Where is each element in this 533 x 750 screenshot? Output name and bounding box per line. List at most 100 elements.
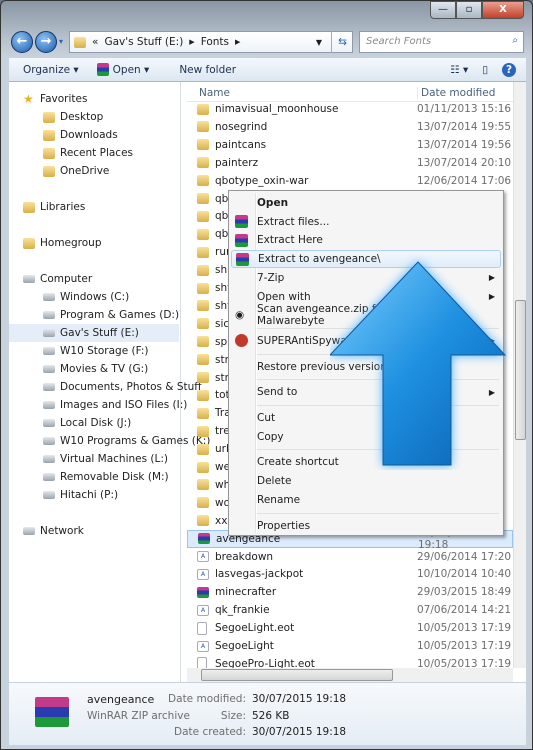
new-folder-button[interactable]: New folder bbox=[179, 64, 236, 76]
nav-item[interactable]: ★ Favorites bbox=[23, 90, 87, 108]
details-pane: avengeance WinRAR ZIP archive Date modif… bbox=[9, 682, 526, 745]
file-name: qb bbox=[215, 192, 229, 205]
date-modified-value: 30/07/2015 19:18 bbox=[252, 693, 347, 705]
maximize-button[interactable]: ▫ bbox=[456, 1, 482, 19]
size-value: 526 KB bbox=[252, 710, 290, 722]
file-row[interactable]: minecrafter 29/03/2015 18:49 bbox=[187, 583, 513, 601]
nav-item[interactable]: Hitachi (P:) bbox=[43, 486, 118, 504]
nav-item[interactable]: Virtual Machines (L:) bbox=[43, 450, 168, 468]
nav-item[interactable]: W10 Storage (F:) bbox=[43, 342, 148, 360]
address-bar[interactable]: « Gav's Stuff (E:) ▶ Fonts ▶ ▼ bbox=[69, 31, 353, 53]
file-name: qk_frankie bbox=[215, 604, 270, 617]
nav-item[interactable]: Windows (C:) bbox=[43, 288, 129, 306]
scrollbar-thumb[interactable] bbox=[201, 669, 393, 681]
file-name: breakdown bbox=[215, 550, 274, 563]
menu-item[interactable]: Properties bbox=[231, 517, 501, 535]
file-date: 10/05/2013 17:19 bbox=[417, 622, 512, 635]
organize-button[interactable]: Organize ▾ bbox=[23, 64, 79, 76]
nav-item[interactable]: Documents, Photos & Stuff bbox=[43, 378, 202, 396]
nav-item[interactable]: Program & Games (D:) bbox=[43, 306, 179, 324]
file-row[interactable]: A SegoeLight 10/05/2013 17:19 bbox=[187, 637, 513, 655]
column-date[interactable]: Date modified bbox=[417, 87, 495, 99]
help-icon[interactable]: ? bbox=[502, 62, 516, 77]
nav-item[interactable]: OneDrive bbox=[43, 162, 109, 180]
column-name[interactable]: Name bbox=[199, 87, 230, 99]
back-button[interactable]: ← bbox=[11, 31, 33, 53]
file-name: SegoeLight.eot bbox=[215, 622, 295, 635]
nav-item[interactable]: Homegroup bbox=[23, 234, 102, 252]
nav-item[interactable]: Libraries bbox=[23, 198, 85, 216]
nav-item[interactable]: Recent Places bbox=[43, 144, 133, 162]
menu-item[interactable]: Delete bbox=[231, 472, 501, 490]
refresh-button[interactable]: ⇆ bbox=[331, 31, 353, 53]
search-input[interactable]: Search Fonts ⌕ bbox=[359, 31, 524, 53]
menu-item[interactable]: Open bbox=[231, 194, 501, 212]
nav-item[interactable]: Local Disk (J:) bbox=[43, 414, 131, 432]
nav-item[interactable]: Network bbox=[23, 522, 84, 540]
file-row[interactable]: paintcans 13/07/2014 19:56 bbox=[187, 136, 513, 154]
folder-icon bbox=[197, 246, 209, 258]
file-row[interactable]: SegoeLight.eot 10/05/2013 17:19 bbox=[187, 619, 513, 637]
folder-icon bbox=[23, 237, 35, 249]
caption-buttons: — ▫ X bbox=[430, 1, 524, 19]
horizontal-scrollbar[interactable] bbox=[187, 668, 513, 682]
file-name: qbotype_oxin-war bbox=[215, 174, 309, 187]
nav-item[interactable]: W10 Programs & Games (K:) bbox=[43, 432, 210, 450]
open-button[interactable]: Open ▾ bbox=[113, 64, 150, 76]
file-date: 10/05/2013 17:19 bbox=[417, 657, 512, 668]
file-row[interactable]: nosegrind 13/07/2014 19:55 bbox=[187, 118, 513, 136]
file-row[interactable]: Abreakdown 29/06/2014 17:20 bbox=[187, 548, 513, 566]
nav-item[interactable]: Computer bbox=[23, 270, 92, 288]
nav-item[interactable]: Images and ISO Files (I:) bbox=[43, 396, 187, 414]
close-button[interactable]: X bbox=[482, 1, 524, 19]
minimize-button[interactable]: — bbox=[430, 1, 456, 19]
file-date: 07/06/2014 14:21 bbox=[417, 604, 512, 617]
file-row[interactable]: painterz 13/07/2014 20:10 bbox=[187, 154, 513, 172]
file-name: minecrafter bbox=[215, 586, 277, 599]
forward-button[interactable]: → bbox=[35, 31, 57, 53]
file-row[interactable]: Alasvegas-jackpot 10/10/2014 10:40 bbox=[187, 565, 513, 583]
breadcrumb-fonts[interactable]: Fonts bbox=[201, 36, 229, 48]
vertical-scrollbar[interactable] bbox=[513, 82, 526, 668]
details-file-type: WinRAR ZIP archive bbox=[87, 710, 190, 722]
chevron-right-icon[interactable]: ▶ bbox=[189, 38, 194, 46]
search-placeholder: Search Fonts bbox=[366, 36, 432, 47]
command-bar: Organize ▾ Open ▾ New folder ☷ ▾ ▯ ? bbox=[9, 58, 526, 82]
preview-pane-icon[interactable]: ▯ bbox=[482, 64, 488, 76]
nav-item[interactable]: Removable Disk (M:) bbox=[43, 468, 169, 486]
breadcrumb-drive[interactable]: Gav's Stuff (E:) bbox=[104, 36, 183, 48]
nav-item-label: Windows (C:) bbox=[60, 291, 130, 303]
address-dropdown-icon[interactable]: ▼ bbox=[316, 38, 322, 47]
nav-item[interactable]: Desktop bbox=[43, 108, 103, 126]
chevron-right-icon[interactable]: ▶ bbox=[235, 38, 240, 46]
folder-icon bbox=[197, 175, 209, 187]
folder-icon bbox=[197, 461, 209, 473]
menu-item[interactable]: Extract Here bbox=[231, 231, 501, 249]
folder-icon bbox=[197, 210, 209, 222]
folder-icon bbox=[197, 282, 209, 294]
recent-pages-dropdown[interactable]: ▾ bbox=[59, 31, 63, 53]
superantispyware-icon bbox=[235, 334, 248, 348]
breadcrumb-overflow[interactable]: « bbox=[92, 36, 98, 48]
file-row[interactable]: SegoePro-Light.eot 10/05/2013 17:19 bbox=[187, 655, 513, 668]
file-date: 13/07/2014 19:56 bbox=[417, 138, 512, 151]
nav-item[interactable]: Movies & TV (G:) bbox=[43, 360, 148, 378]
nav-item[interactable]: Gav's Stuff (E:) bbox=[9, 324, 179, 342]
menu-item[interactable]: Rename bbox=[231, 491, 501, 509]
file-row[interactable]: qbotype_oxin-war 12/06/2014 17:06 bbox=[187, 172, 513, 190]
file-row[interactable]: Aqk_frankie 07/06/2014 14:21 bbox=[187, 601, 513, 619]
scrollbar-thumb[interactable] bbox=[515, 300, 526, 440]
change-view-icon[interactable]: ☷ ▾ bbox=[450, 64, 468, 76]
menu-item[interactable]: Extract files... bbox=[231, 213, 501, 231]
folder-icon bbox=[197, 372, 209, 383]
file-name: qb bbox=[215, 228, 229, 241]
menu-item-label: Properties bbox=[257, 519, 311, 532]
file-name: nosegrind bbox=[215, 120, 268, 133]
folder-icon bbox=[74, 36, 86, 48]
drive-icon bbox=[43, 293, 55, 301]
nav-item[interactable]: Downloads bbox=[43, 126, 118, 144]
file-row[interactable]: nimavisual_moonhouse 01/11/2013 15:16 bbox=[187, 100, 513, 118]
folder-icon bbox=[43, 111, 55, 123]
sort-arrow-icon: ^ bbox=[295, 82, 301, 87]
folder-icon bbox=[43, 147, 55, 159]
